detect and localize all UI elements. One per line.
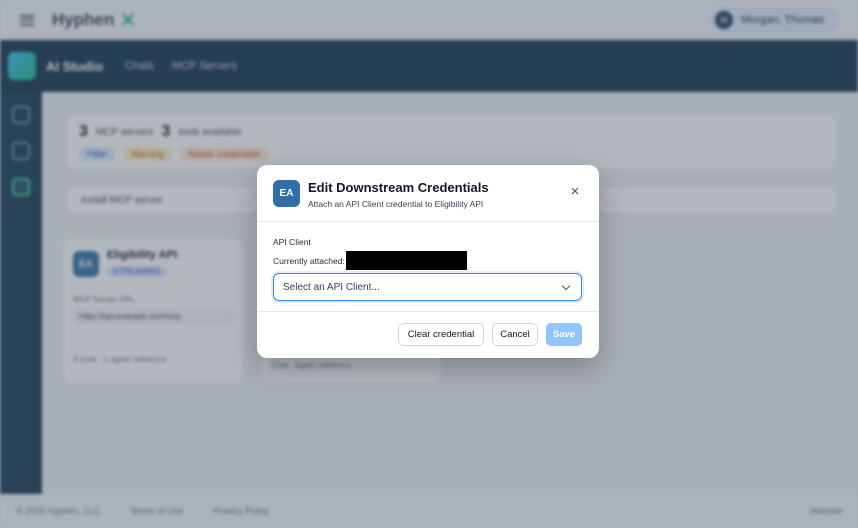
currently-attached-label: Currently attached: <box>273 255 345 266</box>
save-button[interactable]: Save <box>546 323 582 346</box>
dialog-subtitle: Attach an API Client credential to Eligi… <box>308 199 484 209</box>
currently-attached: Currently attached: <box>273 251 583 270</box>
dialog-title: Edit Downstream Credentials <box>308 180 489 195</box>
select-placeholder: Select an API Client... <box>283 281 380 293</box>
close-icon[interactable]: × <box>567 184 583 201</box>
api-client-label: API Client <box>273 237 311 247</box>
redacted-value <box>345 251 467 270</box>
chevron-down-icon <box>561 281 571 290</box>
dialog-header: EA Edit Downstream Credentials Attach an… <box>257 165 599 222</box>
clear-credential-button[interactable]: Clear credential <box>398 323 484 346</box>
edit-credentials-dialog: EA Edit Downstream Credentials Attach an… <box>257 165 599 358</box>
dialog-body: API Client Currently attached: Select an… <box>257 222 599 312</box>
dialog-footer: Clear credential Cancel Save <box>257 312 599 346</box>
api-client-select[interactable]: Select an API Client... <box>273 273 582 301</box>
server-initials-badge: EA <box>273 180 300 207</box>
cancel-button[interactable]: Cancel <box>492 323 538 346</box>
